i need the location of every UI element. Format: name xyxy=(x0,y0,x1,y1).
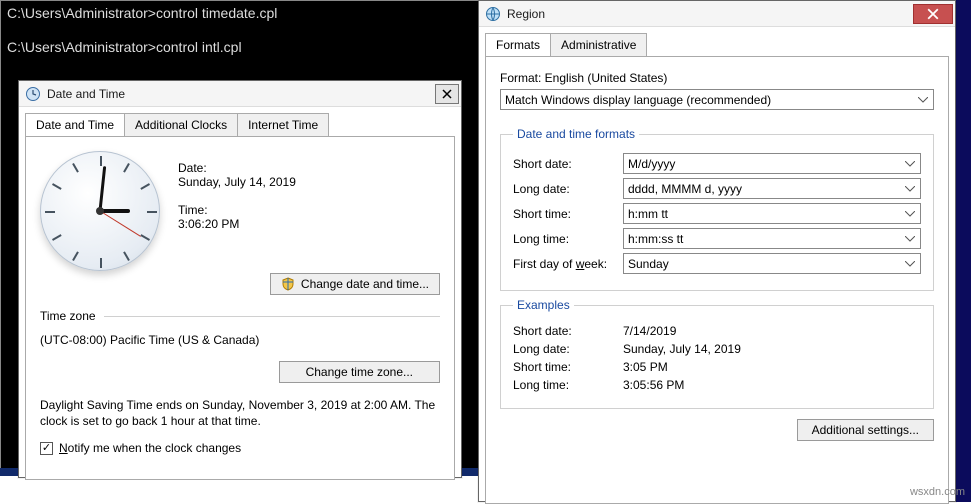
ex-short-time-label: Short time: xyxy=(513,360,623,374)
ex-long-date-label: Long date: xyxy=(513,342,623,356)
date-value: Sunday, July 14, 2019 xyxy=(178,175,296,189)
change-time-zone-button[interactable]: Change time zone... xyxy=(279,361,440,383)
time-zone-value: (UTC-08:00) Pacific Time (US & Canada) xyxy=(40,333,440,347)
short-date-label: Short date: xyxy=(513,157,623,171)
long-date-select[interactable]: dddd, MMMM d, yyyy xyxy=(623,178,921,199)
tab-formats[interactable]: Formats xyxy=(485,33,551,56)
analog-clock xyxy=(40,151,160,271)
examples-heading: Examples xyxy=(513,298,574,312)
date-time-formats-heading: Date and time formats xyxy=(513,127,639,141)
long-time-select[interactable]: h:mm:ss tt xyxy=(623,228,921,249)
chevron-down-icon xyxy=(903,182,917,196)
ex-long-time-value: 3:05:56 PM xyxy=(623,378,921,392)
region-tabs: Formats Administrative xyxy=(485,33,955,56)
first-day-label: First day of week: xyxy=(513,257,623,271)
date-label: Date: xyxy=(178,161,296,175)
notify-checkbox[interactable]: ✓ xyxy=(40,442,53,455)
region-titlebar[interactable]: Region xyxy=(479,1,955,27)
short-time-select[interactable]: h:mm tt xyxy=(623,203,921,224)
long-time-label: Long time: xyxy=(513,232,623,246)
ex-short-date-value: 7/14/2019 xyxy=(623,324,921,338)
date-time-tab-content: Date: Sunday, July 14, 2019 Time: 3:06:2… xyxy=(25,136,455,480)
date-and-time-title: Date and Time xyxy=(47,87,435,101)
chevron-down-icon xyxy=(903,157,917,171)
long-date-label: Long date: xyxy=(513,182,623,196)
chevron-down-icon xyxy=(916,93,930,107)
tab-administrative[interactable]: Administrative xyxy=(550,33,647,56)
close-icon xyxy=(927,8,939,20)
format-select[interactable]: Match Windows display language (recommen… xyxy=(500,89,934,110)
close-button[interactable] xyxy=(435,84,459,104)
format-label-row: Format: English (United States) xyxy=(500,71,934,85)
formats-tab-content: Format: English (United States) Match Wi… xyxy=(485,56,949,504)
close-icon xyxy=(442,89,452,99)
close-button[interactable] xyxy=(913,4,953,24)
notify-label: Notify me when the clock changes xyxy=(59,441,241,455)
watermark: wsxdn.com xyxy=(910,486,965,498)
time-value: 3:06:20 PM xyxy=(178,217,296,231)
date-and-time-titlebar[interactable]: Date and Time xyxy=(19,81,461,107)
tab-additional-clocks[interactable]: Additional Clocks xyxy=(124,113,238,136)
tab-internet-time[interactable]: Internet Time xyxy=(237,113,329,136)
shield-icon xyxy=(281,277,295,291)
ex-long-time-label: Long time: xyxy=(513,378,623,392)
chevron-down-icon xyxy=(903,207,917,221)
date-time-tabs: Date and Time Additional Clocks Internet… xyxy=(25,113,461,136)
first-day-select[interactable]: Sunday xyxy=(623,253,921,274)
additional-settings-button[interactable]: Additional settings... xyxy=(797,419,934,441)
region-window: Region Formats Administrative Format: En… xyxy=(478,0,956,502)
time-zone-heading: Time zone xyxy=(40,309,96,323)
globe-icon xyxy=(485,6,501,22)
time-label: Time: xyxy=(178,203,296,217)
ex-short-time-value: 3:05 PM xyxy=(623,360,921,374)
checkmark-icon: ✓ xyxy=(42,443,51,454)
region-title: Region xyxy=(507,7,913,21)
tab-date-and-time[interactable]: Date and Time xyxy=(25,113,125,136)
ex-long-date-value: Sunday, July 14, 2019 xyxy=(623,342,921,356)
change-date-time-button[interactable]: Change date and time... xyxy=(270,273,440,295)
chevron-down-icon xyxy=(903,232,917,246)
dst-info: Daylight Saving Time ends on Sunday, Nov… xyxy=(40,397,440,429)
chevron-down-icon xyxy=(903,257,917,271)
short-date-select[interactable]: M/d/yyyy xyxy=(623,153,921,174)
clock-icon xyxy=(25,86,41,102)
short-time-label: Short time: xyxy=(513,207,623,221)
date-and-time-window: Date and Time Date and Time Additional C… xyxy=(18,80,462,478)
ex-short-date-label: Short date: xyxy=(513,324,623,338)
